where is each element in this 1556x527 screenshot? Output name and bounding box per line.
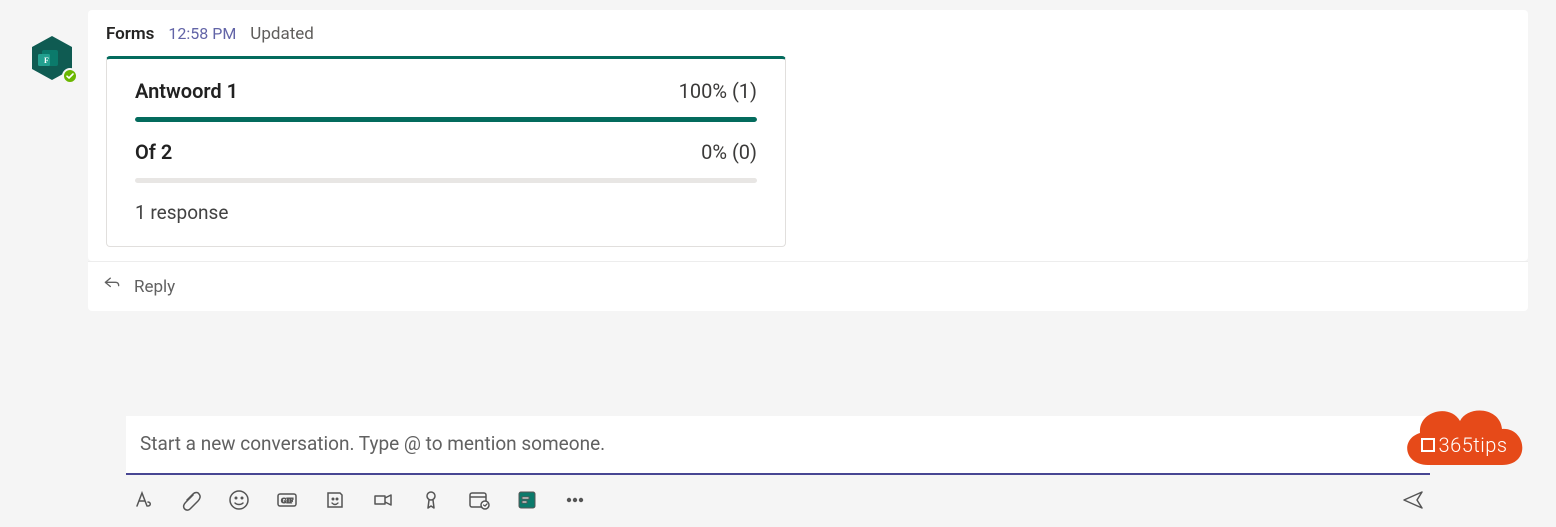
attach-icon[interactable] bbox=[178, 487, 204, 513]
poll-option-percent: 100% (1) bbox=[679, 79, 757, 103]
message-header: Forms 12:58 PM Updated bbox=[106, 24, 1510, 44]
meet-now-icon[interactable] bbox=[370, 487, 396, 513]
poll-option[interactable]: Of 2 0% (0) bbox=[135, 140, 757, 183]
reply-arrow-icon bbox=[102, 274, 122, 299]
poll-bar bbox=[135, 117, 757, 122]
send-icon[interactable] bbox=[1400, 487, 1426, 513]
emoji-icon[interactable] bbox=[226, 487, 252, 513]
reply-button[interactable]: Reply bbox=[88, 261, 1528, 311]
reply-label: Reply bbox=[134, 277, 175, 297]
more-icon[interactable] bbox=[562, 487, 588, 513]
watermark-text: 365tips bbox=[1439, 433, 1508, 457]
poll-summary: 1 response bbox=[135, 201, 757, 224]
message-sender[interactable]: Forms bbox=[106, 24, 154, 44]
message-status: Updated bbox=[250, 24, 314, 44]
compose-input[interactable] bbox=[126, 416, 1430, 475]
forms-app-icon[interactable] bbox=[514, 487, 540, 513]
watermark-365tips: 365tips bbox=[1398, 393, 1530, 475]
poll-option-percent: 0% (0) bbox=[701, 140, 757, 164]
forms-avatar: F bbox=[28, 34, 76, 82]
message-timestamp: 12:58 PM bbox=[168, 24, 236, 43]
poll-card[interactable]: Antwoord 1 100% (1) Of 2 0% (0) 1 respon… bbox=[106, 56, 786, 247]
svg-text:F: F bbox=[44, 56, 49, 65]
message-row: F Forms 12:58 PM Updated Antwoord 1 100%… bbox=[0, 0, 1556, 261]
presence-available-icon bbox=[62, 68, 78, 84]
poll-option-label: Of 2 bbox=[135, 140, 172, 164]
svg-text:GIF: GIF bbox=[281, 497, 293, 505]
poll-bar-fill bbox=[135, 117, 757, 122]
sticker-icon[interactable] bbox=[322, 487, 348, 513]
compose-toolbar: GIF bbox=[126, 475, 1430, 513]
praise-icon[interactable] bbox=[418, 487, 444, 513]
compose-area: GIF bbox=[0, 416, 1556, 527]
office-square-icon bbox=[1421, 438, 1435, 452]
format-icon[interactable] bbox=[130, 487, 156, 513]
gif-icon[interactable]: GIF bbox=[274, 487, 300, 513]
poll-option-label: Antwoord 1 bbox=[135, 79, 238, 103]
poll-option[interactable]: Antwoord 1 100% (1) bbox=[135, 79, 757, 122]
poll-bar bbox=[135, 178, 757, 183]
schedule-meeting-icon[interactable] bbox=[466, 487, 492, 513]
message-body: Forms 12:58 PM Updated Antwoord 1 100% (… bbox=[88, 10, 1528, 261]
